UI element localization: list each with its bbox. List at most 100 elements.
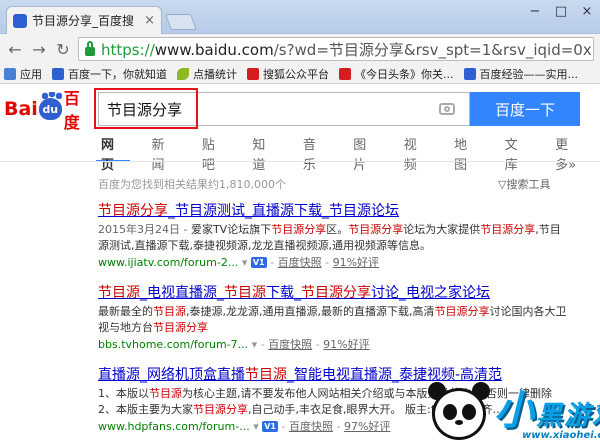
panda-nose <box>455 420 463 425</box>
separator: - <box>336 420 341 433</box>
forward-arrow-icon[interactable]: → <box>30 40 48 59</box>
highlighted-keyword: 节目源 <box>245 367 287 383</box>
bookmark-label: 百度一下，你就知道 <box>68 67 167 81</box>
search-tools-label: 搜索工具 <box>506 178 551 191</box>
text-segment: 下载_ <box>266 285 301 301</box>
browser-window: 节目源分享_百度搜 × − □ × ← → ↻ https://www.baid… <box>0 0 600 447</box>
bookmark-baidu-jingyan[interactable]: 百度经验——实用... <box>463 66 579 82</box>
cache-link[interactable]: 百度快照 <box>278 256 322 269</box>
highlighted-keyword: 节目源 <box>153 305 186 318</box>
baidu-favicon-icon <box>13 13 27 28</box>
tab-news[interactable]: 新闻 <box>138 136 188 173</box>
tab-close-icon[interactable]: × <box>144 13 155 28</box>
separator: - <box>270 256 275 269</box>
text-segment: 区。 <box>326 223 349 236</box>
highlighted-keyword: 节目源分享 <box>193 403 248 416</box>
v1-badge-icon[interactable]: V1 <box>250 257 267 268</box>
dropdown-arrow-icon[interactable]: ▾ <box>242 256 248 269</box>
dropdown-arrow-icon[interactable]: ▾ <box>253 420 259 433</box>
tab-wenku[interactable]: 文库 <box>492 136 542 173</box>
new-tab-button[interactable] <box>165 14 197 30</box>
text-segment: _节目源测试_直播源下载_节目源论坛 <box>168 203 399 219</box>
tab-more[interactable]: 更多» <box>542 136 600 173</box>
panda-mascot-icon <box>428 380 490 446</box>
watermark-rest: 黑游戏 <box>536 401 600 431</box>
bookmarks-bar: 应用 百度一下，你就知道 点播统计 搜狐公众平台 《今日头条》你关... 百度经… <box>0 64 600 84</box>
highlighted-keyword: 节目源 <box>149 387 182 400</box>
bookmark-label: 百度经验——实用... <box>479 67 579 81</box>
search-result: 节目源_电视直播源_节目源下载_节目源分享讨论_电视之家论坛 最新最全的节目源,… <box>98 284 568 353</box>
highlighted-keyword: 节目源 <box>224 285 266 301</box>
highlighted-keyword: 节目源分享 <box>153 321 208 334</box>
praise-link[interactable]: 91%好评 <box>323 338 369 351</box>
praise-link[interactable]: 91%好评 <box>333 256 379 269</box>
baidu-paw-icon <box>52 67 64 80</box>
address-bar[interactable]: https://www.baidu.com/s?wd=节目源分享&rsv_spt… <box>78 37 594 61</box>
title-bar: 节目源分享_百度搜 × − □ × <box>0 0 600 34</box>
bookmark-label: 搜狐公众平台 <box>263 67 329 81</box>
cache-link[interactable]: 百度快照 <box>268 338 312 351</box>
tab-video[interactable]: 视频 <box>391 136 441 173</box>
logo-du-paw: du <box>38 92 62 120</box>
watermark-big-char: 小 <box>494 388 536 434</box>
text-segment: 2015年3月24日 - <box>98 223 191 236</box>
toutiao-icon <box>339 67 351 80</box>
highlighted-keyword: 节目源分享 <box>301 285 371 301</box>
text-segment: 讨论_电视之家论坛 <box>371 285 490 301</box>
text-segment: ,泰捷源,龙龙源,通用直播源,最新的直播源下载,高清 <box>186 305 435 318</box>
separator: - <box>325 256 330 269</box>
maximize-button[interactable]: □ <box>552 4 570 19</box>
result-url[interactable]: www.hdpfans.com/forum-... <box>98 420 250 433</box>
bookmark-baidu[interactable]: 百度一下，你就知道 <box>52 66 167 82</box>
search-tools-button[interactable]: ▽搜索工具 <box>498 176 550 192</box>
result-snippet: 最新最全的节目源,泰捷源,龙龙源,通用直播源,最新的直播源下载,高清节目源分享讨… <box>98 304 568 336</box>
bookmark-toutiao[interactable]: 《今日头条》你关... <box>339 66 454 82</box>
result-url[interactable]: www.ijiatv.com/forum-2... <box>98 256 238 269</box>
minimize-button[interactable]: − <box>526 4 544 19</box>
result-url[interactable]: bbs.tvhome.com/forum-7... <box>98 338 248 351</box>
tab-web[interactable]: 网页 <box>96 136 131 173</box>
url-text: https://www.baidu.com/s?wd=节目源分享&rsv_spt… <box>101 39 593 60</box>
tab-images[interactable]: 图片 <box>340 136 390 173</box>
camera-icon[interactable] <box>439 103 455 115</box>
result-meta: www.ijiatv.com/forum-2... ▾ V1 - 百度快照 - … <box>98 255 568 271</box>
highlighted-keyword: 节目源分享 <box>98 203 168 219</box>
v1-badge-icon[interactable]: V1 <box>262 421 278 432</box>
panda-eye <box>462 404 476 420</box>
bookmark-sohu[interactable]: 搜狐公众平台 <box>247 66 329 82</box>
bookmark-apps[interactable]: 应用 <box>4 66 42 82</box>
text-segment: 直播源_网络机顶盒直播 <box>98 367 245 383</box>
site-watermark: 小黑游戏 www.xiaohei.com <box>424 368 600 447</box>
browser-toolbar: ← → ↻ https://www.baidu.com/s?wd=节目源分享&r… <box>0 34 600 64</box>
tab-map[interactable]: 地图 <box>441 136 491 173</box>
praise-link[interactable]: 97%好评 <box>344 420 390 433</box>
cache-link[interactable]: 百度快照 <box>289 420 333 433</box>
highlighted-keyword: 节目源分享 <box>480 223 536 236</box>
highlighted-keyword: 节目源分享 <box>434 305 490 318</box>
text-segment: 爱家TV论坛旗下 <box>190 223 272 236</box>
bookmark-stats[interactable]: 点播统计 <box>177 66 237 82</box>
tab-tieba[interactable]: 贴吧 <box>189 136 239 173</box>
back-arrow-icon[interactable]: ← <box>6 40 24 59</box>
url-host: www.baidu.com <box>154 40 274 59</box>
close-window-button[interactable]: × <box>578 4 596 19</box>
logo-bai: Bai <box>4 98 38 120</box>
separator: - <box>315 338 320 351</box>
baidu-logo[interactable]: Bai du 百度 <box>4 89 92 132</box>
browser-tab[interactable]: 节目源分享_百度搜 × <box>6 6 162 34</box>
reload-icon[interactable]: ↻ <box>54 40 72 59</box>
panda-face <box>432 388 486 440</box>
highlighted-keyword: 节目源 <box>98 285 140 301</box>
search-button[interactable]: 百度一下 <box>470 92 580 126</box>
tab-zhidao[interactable]: 知道 <box>239 136 289 173</box>
apps-grid-icon <box>4 67 16 80</box>
tab-music[interactable]: 音乐 <box>290 136 340 173</box>
dropdown-arrow-icon[interactable]: ▾ <box>252 338 258 351</box>
panda-eye <box>443 404 457 420</box>
url-path: /s?wd=节目源分享&rsv_spt=1&rsv_iqid=0xbe408b1 <box>273 40 593 59</box>
result-title-link[interactable]: 节目源_电视直播源_节目源下载_节目源分享讨论_电视之家论坛 <box>98 284 568 302</box>
red-highlight-box <box>94 88 198 129</box>
separator: - <box>260 338 265 351</box>
result-title-link[interactable]: 节目源分享_节目源测试_直播源下载_节目源论坛 <box>98 202 568 220</box>
baidu-paw-icon <box>463 67 476 80</box>
